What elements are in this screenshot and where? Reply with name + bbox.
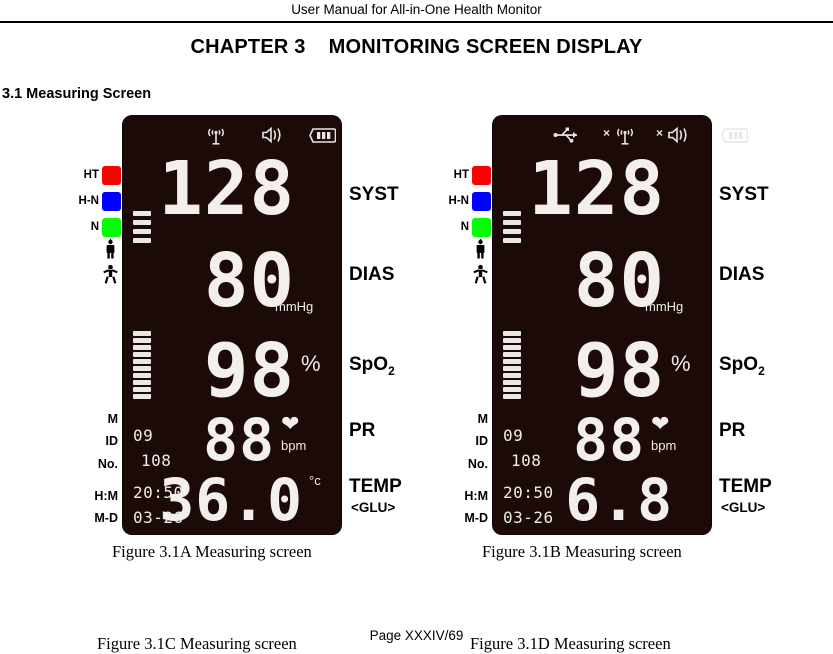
caption-figure-b: Figure 3.1B Measuring screen [482,542,682,561]
label-glu-b: <GLU> [721,500,766,516]
bpm-unit-b: bpm [651,438,677,454]
date-value-a: 03-26 [133,508,184,528]
systolic-value-a: 128 [158,146,295,233]
diastolic-value-a: 80 [203,238,295,325]
chapter-title: CHAPTER 3 MONITORING SCREEN DISPLAY [190,36,643,59]
meta-label-id: ID [475,434,489,449]
id-value-a: 09 [133,426,154,446]
no-value-a: 108 [141,451,172,471]
meta-label-m: M [477,412,488,427]
label-dias-a: DIAS [349,264,395,286]
monitor-screen-a: HT H-N N 128 80 mmHg 98 % 88 ❤ bpm 36.0 … [73,116,423,536]
bpm-unit-a: bpm [281,438,307,454]
label-spo2-a: SpO2 [349,354,395,378]
percent-unit-b: % [671,351,691,377]
level-swatch-h-n [102,192,121,212]
level-label-n: N [460,221,469,234]
level-swatch-n [102,218,121,238]
monitor-screen-b: HT H-N N × × 128 80 mmHg 98 % 88 ❤ bpm 6… [443,116,793,536]
meta-label-id: ID [105,434,119,449]
child-arms-out-icon [103,264,118,284]
lcd-panel-b: × × 128 80 mmHg 98 % 88 ❤ bpm 6.8 09 108… [493,116,748,535]
spo2-value-a: 98 [203,328,295,415]
document-running-header: User Manual for All-in-One Health Monito… [0,0,833,24]
lcd-panel-a: 128 80 mmHg 98 % 88 ❤ bpm 36.0 °c 09 108… [123,116,341,535]
level-label-h-n: H-N [448,195,469,208]
systolic-value-b: 128 [528,146,665,233]
signal-antenna-icon: × [603,126,636,146]
level-label-h-n: H-N [78,195,99,208]
label-dias-b: DIAS [719,264,765,286]
label-glu-a: <GLU> [351,500,396,516]
meta-label-m: M [107,412,118,427]
label-pr-a: PR [349,420,376,442]
disabled-cross-signal: × [603,126,611,141]
percent-unit-a: % [301,351,321,377]
bargraph-segment [503,238,521,244]
signal-antenna-icon [205,126,227,146]
label-temp-a: TEMP [349,476,402,498]
speaker-sound-icon: × [656,126,693,144]
celsius-unit-a: °c [309,473,321,489]
bargraph-segment [133,229,151,235]
header-rule [0,21,833,24]
disabled-cross-speaker: × [656,126,664,141]
battery-icon [721,128,748,143]
level-label-ht: HT [83,169,99,182]
meta-label-md: M-D [94,511,118,526]
label-syst-b: SYST [719,184,769,206]
id-value-b: 09 [503,426,524,446]
page-footer: Page XXXIV/69 [369,628,464,643]
adult-standing-icon [103,239,118,259]
level-label-n: N [90,221,99,234]
level-swatch-n [472,218,491,238]
label-spo2-b: SpO2 [719,354,765,378]
running-header-text: User Manual for All-in-One Health Monito… [291,2,542,17]
meta-label-no: No. [97,457,118,472]
level-label-ht: HT [453,169,469,182]
meta-label-no: No. [467,457,488,472]
spo2-value-b: 98 [573,328,665,415]
no-value-b: 108 [511,451,542,471]
label-syst-a: SYST [349,184,399,206]
section-title: 3.1 Measuring Screen [2,86,152,103]
status-icon-row-b: × × [493,124,748,148]
level-swatch-ht [472,166,491,186]
diastolic-value-b: 80 [573,238,665,325]
heart-icon-b: ❤ [651,411,670,437]
time-value-a: 20:50 [133,483,184,503]
speaker-sound-icon [261,126,287,144]
battery-icon [309,128,336,143]
label-pr-b: PR [719,420,746,442]
meta-label-hm: H:M [464,489,488,504]
mmhg-unit-a: mmHg [275,299,314,315]
time-value-b: 20:50 [503,483,554,503]
date-value-b: 03-26 [503,508,554,528]
meta-label-hm: H:M [94,489,118,504]
bargraph-segment [133,238,151,244]
meta-label-md: M-D [464,511,488,526]
bargraph-segment [503,229,521,235]
adult-standing-icon [473,239,488,259]
caption-figure-a: Figure 3.1A Measuring screen [112,542,312,561]
usb-icon [553,127,583,143]
label-temp-b: TEMP [719,476,772,498]
figure-stage: HT H-N N 128 80 mmHg 98 % 88 ❤ bpm 36.0 … [0,116,833,546]
child-arms-out-icon [473,264,488,284]
mmhg-unit-b: mmHg [645,299,684,315]
level-swatch-h-n [472,192,491,212]
heart-icon-a: ❤ [281,411,300,437]
status-icon-row-a [123,124,341,148]
level-swatch-ht [102,166,121,186]
